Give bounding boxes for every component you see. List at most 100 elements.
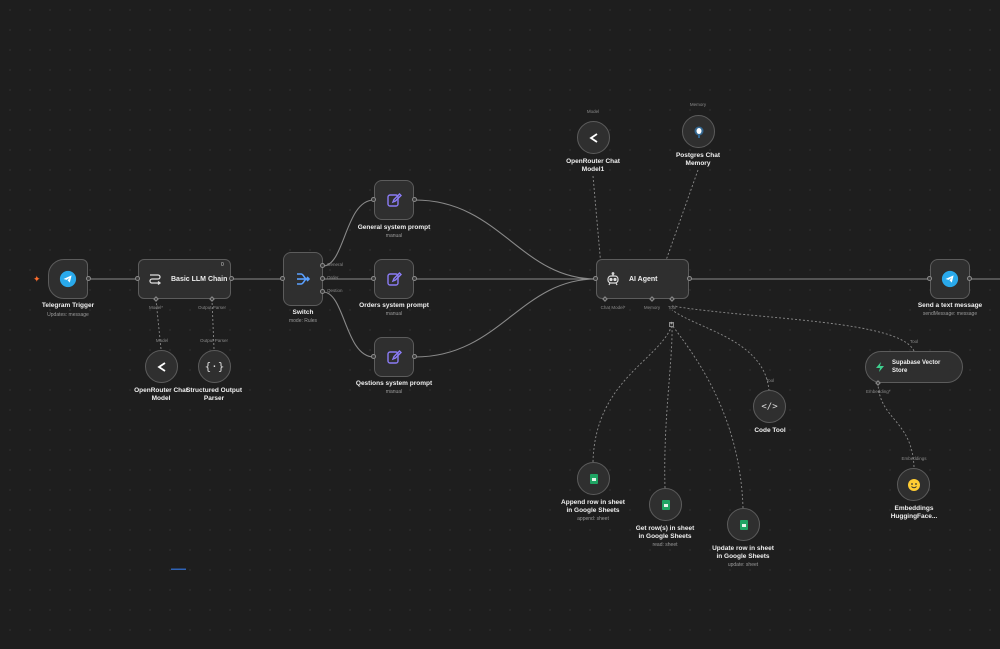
- node-subtitle: mode: Rules: [288, 318, 318, 324]
- port-label: Memory: [689, 102, 707, 107]
- node-send-text-message[interactable]: [930, 259, 970, 299]
- node-get-rows-google-sheets[interactable]: [649, 488, 682, 521]
- node-subtitle: read: sheet: [652, 542, 678, 548]
- input-port[interactable]: [593, 276, 598, 281]
- edge-questions-agent: [414, 278, 597, 358]
- telegram-icon: [941, 270, 959, 288]
- robot-icon: [605, 271, 621, 287]
- braces-icon: {·}: [204, 360, 225, 373]
- telegram-icon: [59, 270, 77, 288]
- edit-icon: [386, 271, 402, 287]
- output-port-question[interactable]: [320, 289, 325, 294]
- huggingface-icon: [907, 478, 921, 492]
- output-port[interactable]: [229, 276, 234, 281]
- switch-icon: [294, 270, 312, 288]
- port-label: Tool: [765, 378, 775, 383]
- node-subtitle: append: sheet: [577, 516, 609, 522]
- port-label: Embeddings: [901, 456, 927, 461]
- node-basic-llm-chain[interactable]: Basic LLM Chain: [138, 259, 231, 299]
- node-openrouter-chat-model[interactable]: [145, 350, 178, 383]
- node-update-row-google-sheets[interactable]: [727, 508, 760, 541]
- output-port[interactable]: [687, 276, 692, 281]
- node-openrouter-chat-model1[interactable]: [577, 121, 610, 154]
- google-sheets-icon: [739, 519, 748, 530]
- node-title: Update row in sheet in Google Sheets: [712, 545, 774, 560]
- node-badge: 0: [221, 262, 224, 268]
- node-subtitle: manual: [385, 233, 403, 239]
- input-port[interactable]: [371, 197, 376, 202]
- node-general-system-prompt[interactable]: [374, 180, 414, 220]
- port-label-chat-model: Chat Model*: [600, 305, 626, 310]
- node-title: Append row in sheet in Google Sheets: [561, 499, 625, 514]
- output-port-order[interactable]: [320, 276, 325, 281]
- node-questions-system-prompt[interactable]: [374, 337, 414, 377]
- node-code-tool[interactable]: </>: [753, 390, 786, 423]
- canvas-artifact: ▬▬▬: [171, 566, 186, 572]
- port-label-memory: Memory: [643, 305, 661, 310]
- openrouter-icon: [587, 131, 601, 145]
- code-icon: </>: [761, 401, 778, 412]
- edge-supabase-agent: [671, 305, 915, 352]
- node-telegram-trigger[interactable]: [48, 259, 88, 299]
- node-title: Embeddings HuggingFace...: [890, 505, 938, 520]
- port-label: Tool: [909, 339, 919, 344]
- port-label-tool: Tool: [667, 305, 677, 310]
- supabase-icon: [874, 361, 886, 373]
- edit-icon: [386, 192, 402, 208]
- port-label-parser: Output Parser: [197, 305, 227, 310]
- node-title: Qestions system prompt: [355, 380, 433, 387]
- node-ai-agent[interactable]: AI Agent: [596, 259, 689, 299]
- node-switch[interactable]: [283, 252, 323, 306]
- node-subtitle: sendMessage: message: [922, 311, 978, 317]
- edge-switch-general: [322, 199, 375, 267]
- node-title: Supabase Vector Store: [892, 360, 941, 374]
- input-port[interactable]: [371, 354, 376, 359]
- edge-code-agent: [671, 309, 770, 392]
- node-title: OpenRouter Chat Model: [134, 387, 188, 402]
- edit-icon: [386, 349, 402, 365]
- node-structured-output-parser[interactable]: {·}: [198, 350, 231, 383]
- edge-embed-supabase: [877, 383, 915, 468]
- node-postgres-chat-memory[interactable]: [682, 115, 715, 148]
- node-title: General system prompt: [357, 224, 431, 231]
- google-sheets-icon: [589, 473, 598, 484]
- input-port[interactable]: [135, 276, 140, 281]
- port-label: Output Parser: [199, 338, 229, 343]
- connections-layer: [88, 169, 1000, 509]
- node-supabase-vector-store[interactable]: Supabase Vector Store: [865, 351, 963, 383]
- openrouter-icon: [155, 360, 169, 374]
- chain-icon: [147, 271, 163, 287]
- node-title: AI Agent: [629, 275, 658, 283]
- node-subtitle: update: sheet: [727, 562, 759, 568]
- port-label-embedding: Embedding*: [866, 389, 891, 394]
- output-port-general[interactable]: [320, 263, 325, 268]
- node-title: OpenRouter Chat Model1: [566, 158, 620, 173]
- output-port[interactable]: [412, 276, 417, 281]
- node-title: Telegram Trigger: [41, 302, 95, 309]
- node-embeddings-huggingface[interactable]: [897, 468, 930, 501]
- output-port[interactable]: [86, 276, 91, 281]
- switch-output-label: Qestion: [327, 288, 343, 293]
- node-title: Switch: [292, 309, 314, 316]
- node-subtitle: Updates: message: [47, 312, 89, 318]
- add-tool-button[interactable]: +: [669, 322, 674, 327]
- node-title: Postgres Chat Memory: [675, 152, 721, 167]
- node-title: Send a text message: [917, 302, 983, 309]
- output-port[interactable]: [412, 197, 417, 202]
- output-port[interactable]: [967, 276, 972, 281]
- node-title: Structured Output Parser: [186, 387, 242, 402]
- input-port[interactable]: [927, 276, 932, 281]
- input-port[interactable]: [280, 276, 285, 281]
- node-title: Get row(s) in sheet in Google Sheets: [635, 525, 695, 540]
- google-sheets-icon: [661, 499, 670, 510]
- output-port[interactable]: [412, 354, 417, 359]
- node-append-row-google-sheets[interactable]: [577, 462, 610, 495]
- node-subtitle: manual: [385, 311, 403, 317]
- trigger-marker: ✦: [33, 274, 41, 284]
- edge-general-agent: [414, 199, 597, 280]
- node-title: Orders system prompt: [359, 302, 429, 309]
- node-orders-system-prompt[interactable]: [374, 259, 414, 299]
- port-label-model: Model*: [148, 305, 164, 310]
- workflow-canvas[interactable]: ✦ Telegram Trigger Updates: message Basi…: [0, 0, 1000, 649]
- input-port[interactable]: [371, 276, 376, 281]
